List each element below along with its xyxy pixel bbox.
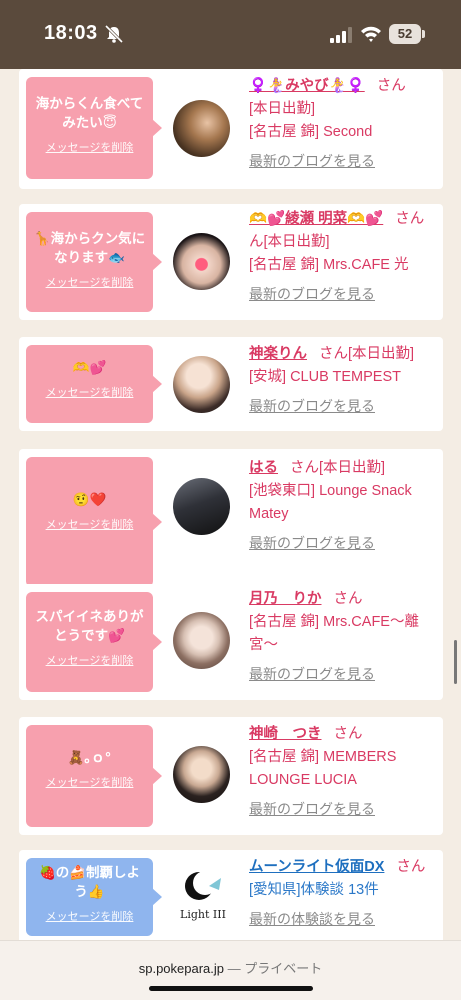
delete-message-link[interactable]: メッセージを削除 xyxy=(26,516,153,532)
moon-logo-icon: Light III xyxy=(180,871,226,921)
latest-blog-link[interactable]: 最新のブログを見る xyxy=(249,150,375,173)
latest-blog-link[interactable]: 最新のブログを見る xyxy=(249,395,375,418)
avatar[interactable] xyxy=(173,746,230,803)
honorific: さん xyxy=(376,78,406,94)
honorific: さん xyxy=(333,726,363,742)
reviewer-name-link[interactable]: ムーンライト仮面DX xyxy=(249,859,384,875)
message-bubble: 🍓の🍰制覇しよ う👍 メッセージを削除 xyxy=(26,858,162,936)
avatar[interactable] xyxy=(173,356,230,413)
message-bubble: スパイイネありが とうです💕 メッセージを削除 xyxy=(26,592,162,692)
url-domain: sp.pokepara.jp xyxy=(138,961,225,976)
cast-name-link[interactable]: はる xyxy=(249,460,278,476)
status-bar: 18:03 52 xyxy=(0,0,461,69)
message-text: 🦒海からクン気に なります🐟 xyxy=(33,231,146,266)
cast-status: [本日出勤] xyxy=(348,346,415,362)
cast-shop-cont: Matey xyxy=(249,506,289,522)
honorific: さん xyxy=(395,211,425,227)
delete-message-link[interactable]: メッセージを削除 xyxy=(26,908,153,924)
latest-review-link[interactable]: 最新の体験談を見る xyxy=(249,908,375,931)
delete-message-link[interactable]: メッセージを削除 xyxy=(26,139,153,155)
avatar[interactable] xyxy=(173,612,230,669)
private-label: プライベート xyxy=(244,961,323,976)
cast-shop: [池袋東口] Lounge Snack xyxy=(249,483,412,499)
cast-status: [本日出勤] xyxy=(249,101,316,117)
message-text: 🍓の🍰制覇しよ う👍 xyxy=(38,865,141,900)
cast-shop: [名古屋 錦] MEMBERS xyxy=(249,749,397,765)
cast-shop: [名古屋 錦] Mrs.CAFE～離 xyxy=(249,614,419,630)
status-time: 18:03 xyxy=(44,22,98,44)
list-item: 🧸｡ｏ° メッセージを削除 神崎 つき さん [名古屋 錦] MEMBERS LO… xyxy=(19,717,443,835)
cast-shop-cont: 宮～ xyxy=(249,637,278,653)
cast-info: ♀️🧜‍♀️みやび🧜‍♀️♀️ さん [本日出勤] [名古屋 錦] Second … xyxy=(249,75,441,174)
scrollbar[interactable] xyxy=(454,640,457,684)
delete-message-link[interactable]: メッセージを削除 xyxy=(26,774,153,790)
shop-logo[interactable]: Light III xyxy=(173,864,233,924)
message-text: 🤨❤️ xyxy=(72,492,107,508)
url-text[interactable]: sp.pokepara.jp — プライベート xyxy=(139,958,323,977)
message-text: 🧸｡ｏ° xyxy=(67,750,112,766)
message-bubble: 🫶💕 メッセージを削除 xyxy=(26,345,162,423)
cast-status: ん[本日出勤] xyxy=(249,234,330,250)
home-indicator[interactable] xyxy=(149,986,313,991)
battery-nub xyxy=(422,30,425,38)
cast-name-link[interactable]: 神崎 つき xyxy=(249,726,322,742)
message-text: 海からくん食べて みたい😇 xyxy=(35,96,144,131)
cast-info: 月乃 りか さん [名古屋 錦] Mrs.CAFE～離 宮～ 最新のブログを見る xyxy=(249,588,441,687)
honorific: さん xyxy=(333,591,363,607)
latest-blog-link[interactable]: 最新のブログを見る xyxy=(249,532,375,555)
cast-name-link[interactable]: 🫶💕綾瀬 明菜🫶💕 xyxy=(249,211,383,227)
bell-muted-icon xyxy=(104,25,124,43)
cast-info: 神楽りん さん[本日出勤] [安城] CLUB TEMPEST 最新のブログを見る xyxy=(249,343,441,419)
message-text: 🫶💕 xyxy=(72,360,107,376)
delete-message-link[interactable]: メッセージを削除 xyxy=(26,652,153,668)
cast-shop: [安城] CLUB TEMPEST xyxy=(249,369,402,385)
cast-shop: [名古屋 錦] Mrs.CAFE 光 xyxy=(249,257,409,273)
wifi-icon xyxy=(361,26,381,42)
cast-name-link[interactable]: 神楽りん xyxy=(249,346,307,362)
cast-status: [本日出勤] xyxy=(319,460,386,476)
latest-blog-link[interactable]: 最新のブログを見る xyxy=(249,663,375,686)
list-item: スパイイネありが とうです💕 メッセージを削除 月乃 りか さん [名古屋 錦] … xyxy=(19,584,443,700)
message-bubble: 🤨❤️ メッセージを削除 xyxy=(26,457,162,587)
message-text: スパイイネありが とうです💕 xyxy=(35,609,144,644)
latest-blog-link[interactable]: 最新のブログを見る xyxy=(249,798,375,821)
latest-blog-link[interactable]: 最新のブログを見る xyxy=(249,283,375,306)
cast-name-link[interactable]: 月乃 りか xyxy=(249,591,322,607)
delete-message-link[interactable]: メッセージを削除 xyxy=(26,274,153,290)
cast-shop: [名古屋 錦] Second xyxy=(249,124,373,140)
list-item: 🦒海からクン気に なります🐟 メッセージを削除 🫶💕綾瀬 明菜🫶💕 さん ん[本日… xyxy=(19,204,443,320)
honorific: さん xyxy=(319,346,348,362)
honorific: さん xyxy=(290,460,319,476)
delete-message-link[interactable]: メッセージを削除 xyxy=(26,384,153,400)
url-separator: — xyxy=(224,961,245,976)
cast-name-link[interactable]: ♀️🧜‍♀️みやび🧜‍♀️♀️ xyxy=(249,78,365,94)
cast-info: 🫶💕綾瀬 明菜🫶💕 さん ん[本日出勤] [名古屋 錦] Mrs.CAFE 光 最… xyxy=(249,208,441,307)
logo-text: Light III xyxy=(180,908,226,921)
browser-url-bar[interactable]: sp.pokepara.jp — プライベート xyxy=(0,940,461,1000)
message-feed[interactable]: 海からくん食べて みたい😇 メッセージを削除 ♀️🧜‍♀️みやび🧜‍♀️♀️ さん… xyxy=(0,69,461,940)
list-item: 🫶💕 メッセージを削除 神楽りん さん[本日出勤] [安城] CLUB TEMPE… xyxy=(19,337,443,431)
message-bubble: 海からくん食べて みたい😇 メッセージを削除 xyxy=(26,77,162,179)
message-bubble: 🦒海からクン気に なります🐟 メッセージを削除 xyxy=(26,212,162,312)
cast-info: 神崎 つき さん [名古屋 錦] MEMBERS LOUNGE LUCIA 最新の… xyxy=(249,723,441,822)
cast-info: はる さん[本日出勤] [池袋東口] Lounge Snack Matey 最新の… xyxy=(249,457,441,556)
list-item: 海からくん食べて みたい😇 メッセージを削除 ♀️🧜‍♀️みやび🧜‍♀️♀️ さん… xyxy=(19,69,443,189)
honorific: さん xyxy=(396,859,426,875)
cellular-signal-icon xyxy=(330,27,352,43)
battery-indicator: 52 xyxy=(389,24,421,44)
list-item: 🍓の🍰制覇しよ う👍 メッセージを削除 Light III ムーンライト仮面DX… xyxy=(19,850,443,940)
cast-shop-cont: LOUNGE LUCIA xyxy=(249,772,357,788)
avatar[interactable] xyxy=(173,478,230,535)
message-bubble: 🧸｡ｏ° メッセージを削除 xyxy=(26,725,162,827)
avatar[interactable] xyxy=(173,233,230,290)
avatar[interactable] xyxy=(173,100,230,157)
reviewer-info: ムーンライト仮面DX さん [愛知県]体験談 13件 最新の体験談を見る xyxy=(249,856,441,932)
review-count: [愛知県]体験談 13件 xyxy=(249,882,379,898)
